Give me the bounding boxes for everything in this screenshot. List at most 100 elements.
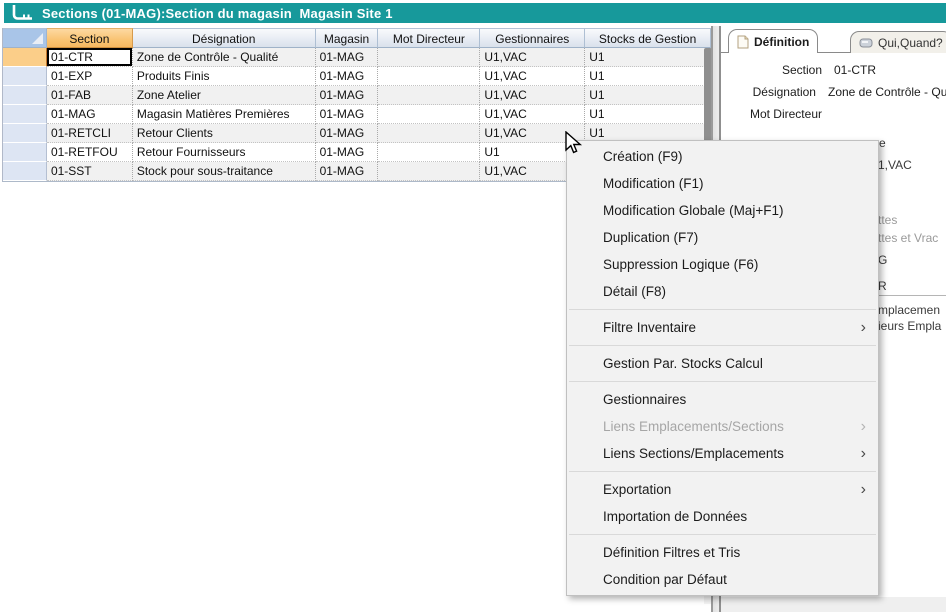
field-label: Mot Directeur	[721, 107, 822, 121]
field-value: 01-CTR	[834, 63, 876, 77]
clipped-text-fragment: ttes et Vrac	[878, 231, 938, 245]
cell-magasin[interactable]: 01-MAG	[316, 67, 379, 86]
panel-divider	[877, 295, 946, 296]
tab-definition[interactable]: Définition	[728, 29, 818, 53]
column-header-gestionnaires[interactable]: Gestionnaires	[480, 28, 585, 48]
cell-gestionnaires[interactable]: U1,VAC	[480, 105, 585, 124]
column-header-stocks-de-gestion[interactable]: Stocks de Gestion	[585, 28, 711, 48]
menu-item-creation[interactable]: Création (F9)	[567, 143, 878, 170]
cell-magasin[interactable]: 01-MAG	[316, 124, 379, 143]
menu-item-duplication[interactable]: Duplication (F7)	[567, 224, 878, 251]
cell-magasin[interactable]: 01-MAG	[316, 162, 379, 181]
menu-item-modification-globale[interactable]: Modification Globale (Maj+F1)	[567, 197, 878, 224]
cell-designation[interactable]: Magasin Matières Premières	[133, 105, 316, 124]
cell-gestionnaires[interactable]: U1,VAC	[480, 67, 585, 86]
cell-gestionnaires[interactable]: U1,VAC	[480, 86, 585, 105]
cell-stocks[interactable]: U1	[585, 67, 711, 86]
clock-icon	[859, 38, 873, 48]
tab-qui-quand[interactable]: Qui,Quand?	[850, 31, 946, 53]
cell-designation[interactable]: Retour Clients	[133, 124, 316, 143]
row-selector[interactable]	[3, 162, 47, 181]
cell-designation[interactable]: Zone Atelier	[133, 86, 316, 105]
menu-item-liens-emplacements-sections[interactable]: Liens Emplacements/Sections›	[567, 413, 878, 440]
field-label: Désignation	[721, 85, 816, 99]
row-selector[interactable]	[3, 143, 47, 162]
clipped-text-fragment: G	[878, 253, 887, 267]
cell-stocks[interactable]: U1	[585, 86, 711, 105]
menu-item-label: Filtre Inventaire	[603, 320, 696, 335]
menu-item-importation-de-donnees[interactable]: Importation de Données	[567, 503, 878, 530]
cell-mot-directeur[interactable]	[378, 105, 480, 124]
cell-section[interactable]: 01-FAB	[47, 86, 133, 105]
note-icon	[737, 35, 749, 49]
row-selector[interactable]	[3, 67, 47, 86]
cell-mot-directeur[interactable]	[378, 162, 480, 181]
app-window: Sections (01-MAG):Section du magasin Mag…	[0, 0, 946, 612]
cell-magasin[interactable]: 01-MAG	[316, 143, 379, 162]
column-header-mot-directeur[interactable]: Mot Directeur	[378, 28, 480, 48]
menu-item-gestion-par-stocks-calcul[interactable]: Gestion Par. Stocks Calcul	[567, 350, 878, 377]
cell-designation[interactable]: Produits Finis	[133, 67, 316, 86]
cell-section[interactable]: 01-RETCLI	[47, 124, 133, 143]
table-row: 01-EXP Produits Finis 01-MAG U1,VAC U1	[3, 67, 711, 86]
clipped-text-fragment: R	[878, 279, 887, 293]
cell-section[interactable]: 01-CTR	[47, 48, 133, 67]
cell-mot-directeur[interactable]	[378, 86, 480, 105]
menu-item-suppression-logique[interactable]: Suppression Logique (F6)	[567, 251, 878, 278]
menu-item-filtre-inventaire[interactable]: Filtre Inventaire›	[567, 314, 878, 341]
cell-designation[interactable]: Stock pour sous-traitance	[133, 162, 316, 181]
row-selector[interactable]	[3, 124, 47, 143]
window-title: Sections (01-MAG):Section du magasin Mag…	[42, 6, 393, 21]
cell-stocks[interactable]: U1	[585, 105, 711, 124]
table-row: 01-MAG Magasin Matières Premières 01-MAG…	[3, 105, 711, 124]
menu-separator	[569, 471, 876, 472]
clipped-text-fragment: e	[879, 136, 886, 150]
tab-label: Qui,Quand?	[878, 36, 943, 50]
window-titlebar: Sections (01-MAG):Section du magasin Mag…	[4, 3, 946, 23]
cell-designation[interactable]: Zone de Contrôle - Qualité	[133, 48, 316, 67]
menu-item-label: Liens Sections/Emplacements	[603, 446, 784, 461]
context-menu: Création (F9) Modification (F1) Modifica…	[566, 140, 879, 596]
cart-icon	[10, 4, 34, 23]
grid-corner-cell[interactable]	[3, 28, 47, 48]
menu-item-condition-par-defaut[interactable]: Condition par Défaut	[567, 566, 878, 593]
cell-mot-directeur[interactable]	[378, 124, 480, 143]
submenu-arrow-icon: ›	[861, 440, 866, 467]
field-label: Section	[721, 63, 822, 77]
cell-mot-directeur[interactable]	[378, 67, 480, 86]
menu-item-label: Exportation	[603, 482, 671, 497]
menu-item-gestionnaires[interactable]: Gestionnaires	[567, 386, 878, 413]
cell-magasin[interactable]: 01-MAG	[316, 105, 379, 124]
clipped-text-fragment: ieurs Empla	[878, 319, 941, 333]
cell-stocks[interactable]: U1	[585, 48, 711, 67]
menu-item-modification[interactable]: Modification (F1)	[567, 170, 878, 197]
grid-header-row: Section Désignation Magasin Mot Directeu…	[3, 28, 711, 48]
cell-gestionnaires[interactable]: U1,VAC	[480, 48, 585, 67]
menu-item-liens-sections-emplacements[interactable]: Liens Sections/Emplacements ›	[567, 440, 878, 467]
cell-mot-directeur[interactable]	[378, 48, 480, 67]
cell-designation[interactable]: Retour Fournisseurs	[133, 143, 316, 162]
mouse-cursor	[563, 131, 587, 155]
menu-item-definition-filtres-et-tris[interactable]: Définition Filtres et Tris	[567, 539, 878, 566]
column-header-section[interactable]: Section	[47, 28, 133, 48]
cell-mot-directeur[interactable]	[378, 143, 480, 162]
row-selector[interactable]	[3, 48, 47, 67]
row-selector[interactable]	[3, 86, 47, 105]
cell-magasin[interactable]: 01-MAG	[316, 48, 379, 67]
menu-item-exportation[interactable]: Exportation ›	[567, 476, 878, 503]
menu-item-detail[interactable]: Détail (F8)	[567, 278, 878, 305]
cell-section[interactable]: 01-MAG	[47, 105, 133, 124]
cell-section[interactable]: 01-SST	[47, 162, 133, 181]
menu-separator	[569, 309, 876, 310]
column-header-magasin[interactable]: Magasin	[316, 28, 379, 48]
column-header-designation[interactable]: Désignation	[133, 28, 316, 48]
cell-section[interactable]: 01-RETFOU	[47, 143, 133, 162]
submenu-arrow-icon: ›	[861, 476, 866, 503]
row-selector[interactable]	[3, 105, 47, 124]
clipped-text-fragment: 1,VAC	[878, 158, 912, 172]
cell-magasin[interactable]: 01-MAG	[316, 86, 379, 105]
menu-separator	[569, 381, 876, 382]
cell-section[interactable]: 01-EXP	[47, 67, 133, 86]
clipped-text-fragment: ttes	[878, 213, 897, 227]
menu-item-label: Liens Emplacements/Sections	[603, 419, 784, 434]
